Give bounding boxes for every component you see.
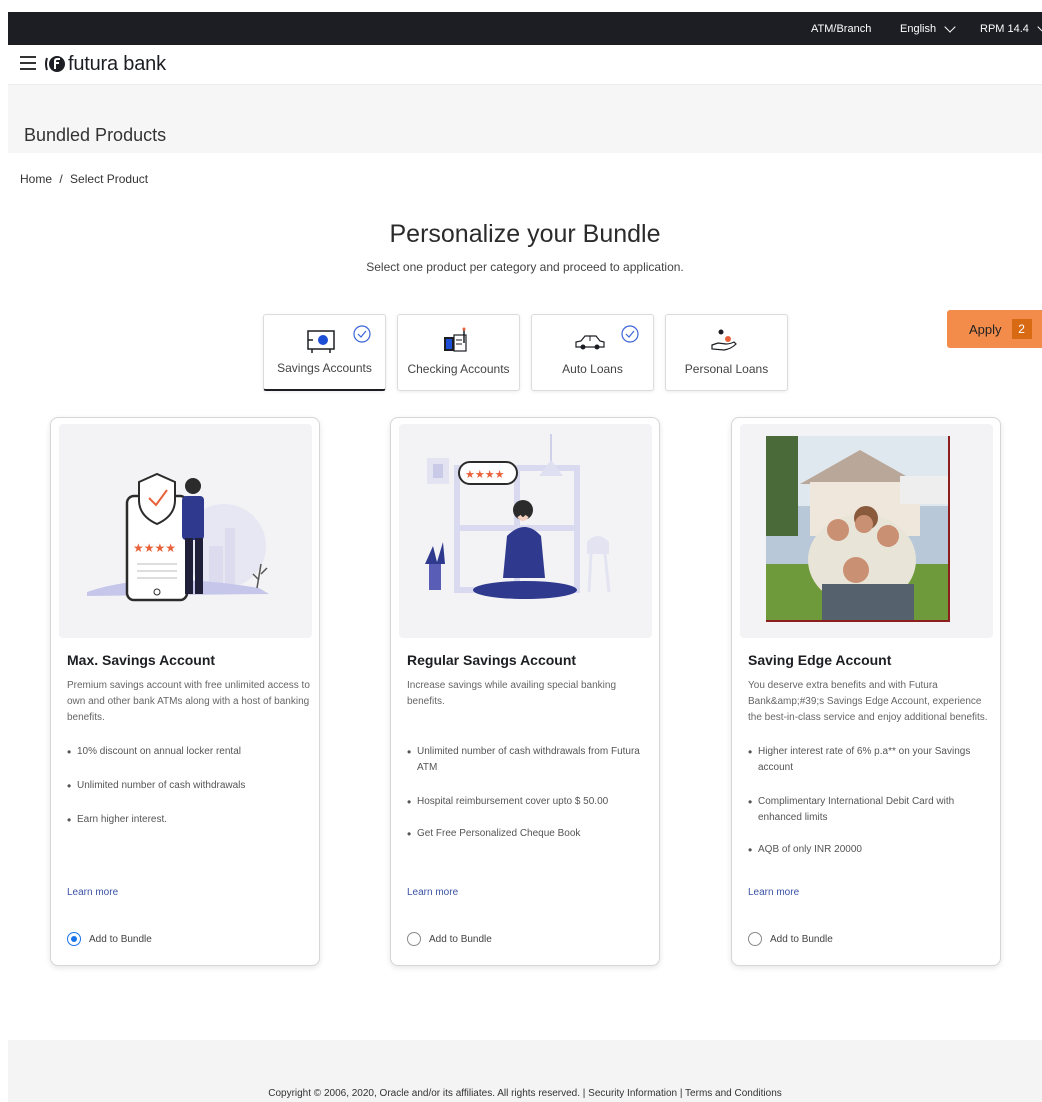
check-circle-icon (353, 325, 371, 343)
app-header: futura bank (8, 45, 1042, 85)
category-label: Checking Accounts (407, 362, 510, 376)
hero-subtitle: Select one product per category and proc… (366, 260, 684, 274)
breadcrumb-home-link[interactable]: Home (20, 172, 52, 186)
radio-button[interactable] (407, 932, 421, 946)
hero-title: Personalize your Bundle (389, 220, 661, 248)
hamburger-menu-icon[interactable] (20, 56, 36, 70)
user-menu-dropdown[interactable]: RPM 14.4 (980, 20, 1042, 35)
category-tab-checking-accounts[interactable]: Checking Accounts (397, 314, 520, 391)
brand-name: futura bank (68, 53, 166, 75)
family-photo (740, 424, 993, 638)
breadcrumb-separator: / (59, 172, 63, 186)
add-to-bundle-label: Add to Bundle (89, 933, 152, 945)
page-title-band: Bundled Products (8, 85, 1042, 153)
apply-label: Apply (969, 321, 1002, 337)
add-to-bundle-radio[interactable]: Add to Bundle (407, 932, 492, 946)
category-label: Auto Loans (562, 362, 623, 376)
feature-item: Get Free Personalized Cheque Book (407, 826, 647, 842)
apply-button[interactable]: Apply 2 (947, 310, 1042, 348)
page-title: Bundled Products (24, 125, 167, 145)
product-card-regular-savings: ★★★★ Regular Savings Account Increase sa… (390, 417, 660, 966)
app-frame: ATM/Branch English RPM 14.4 futura bank … (8, 12, 1042, 1102)
futura-logo-icon (45, 56, 65, 72)
category-tab-auto-loans[interactable]: Auto Loans (531, 314, 654, 391)
category-tab-savings-accounts[interactable]: Savings Accounts (263, 314, 386, 391)
learn-more-link[interactable]: Learn more (407, 887, 458, 898)
category-tab-personal-loans[interactable]: Personal Loans (665, 314, 788, 391)
learn-more-link[interactable]: Learn more (67, 887, 118, 898)
feature-item: Earn higher interest. (67, 812, 307, 828)
user-label: RPM 14.4 (980, 23, 1029, 35)
add-to-bundle-label: Add to Bundle (770, 933, 833, 945)
page-footer: Copyright © 2006, 2020, Oracle and/or it… (8, 1040, 1042, 1102)
check-circle-icon (621, 325, 639, 343)
feature-item: AQB of only INR 20000 (748, 842, 988, 858)
atm-branch-label: ATM/Branch (811, 23, 872, 35)
car-icon (575, 335, 605, 350)
stars-text: ★★★★ (465, 468, 505, 481)
category-label: Savings Accounts (277, 361, 372, 375)
add-to-bundle-radio[interactable]: Add to Bundle (748, 932, 833, 946)
product-description: You deserve extra benefits and with Futu… (748, 680, 988, 723)
radio-button[interactable] (748, 932, 762, 946)
chevron-down-icon (1037, 20, 1042, 33)
feature-item: Hospital reimbursement cover upto $ 50.0… (407, 794, 647, 810)
product-description: Premium savings account with free unlimi… (67, 680, 310, 723)
feature-item: 10% discount on annual locker rental (67, 744, 307, 760)
add-to-bundle-label: Add to Bundle (429, 933, 492, 945)
safe-icon (307, 330, 335, 353)
category-label: Personal Loans (684, 362, 769, 376)
stars-text: ★★★★ (133, 541, 176, 555)
feature-item: Unlimited number of cash withdrawals (67, 778, 307, 794)
product-card-saving-edge: Saving Edge Account You deserve extra be… (731, 417, 1001, 966)
learn-more-link[interactable]: Learn more (748, 887, 799, 898)
checkbook-icon (444, 327, 467, 352)
footer-text: Copyright © 2006, 2020, Oracle and/or it… (268, 1088, 782, 1099)
product-title: Regular Savings Account (407, 652, 577, 668)
product-description: Increase savings while availing special … (407, 680, 617, 707)
chevron-down-icon (944, 20, 956, 33)
secure-phone-illustration: ★★★★ (59, 424, 312, 638)
product-title: Max. Savings Account (67, 652, 216, 668)
breadcrumb-current: Select Product (70, 172, 149, 186)
breadcrumb: Home / Select Product (20, 172, 148, 186)
language-dropdown[interactable]: English (900, 20, 956, 35)
feature-item: Unlimited number of cash withdrawals fro… (407, 744, 647, 776)
add-to-bundle-radio[interactable]: Add to Bundle (67, 932, 152, 946)
hand-coins-icon (711, 329, 737, 351)
product-card-max-savings: ★★★★ Max. Savings Account Premium saving… (50, 417, 320, 966)
feature-item: Higher interest rate of 6% p.a** on your… (748, 744, 988, 776)
atm-branch-link[interactable]: ATM/Branch (811, 23, 871, 35)
language-label: English (900, 23, 937, 35)
radio-button[interactable] (67, 932, 81, 946)
feature-item: Complimentary International Debit Card w… (748, 794, 988, 826)
top-bar: ATM/Branch English RPM 14.4 (8, 12, 1042, 45)
woman-with-phone-illustration: ★★★★ (399, 424, 652, 638)
product-title: Saving Edge Account (748, 652, 892, 668)
apply-count-badge: 2 (1011, 319, 1032, 339)
